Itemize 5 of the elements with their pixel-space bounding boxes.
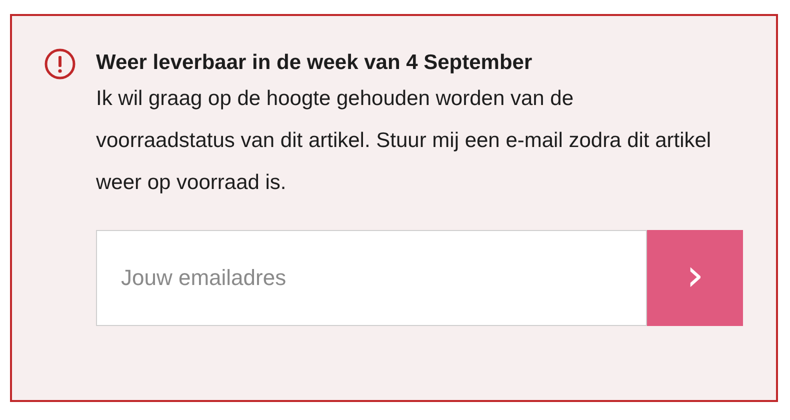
alert-icon — [44, 48, 76, 80]
notice-title: Weer leverbaar in de week van 4 September — [96, 50, 534, 76]
submit-button[interactable]: › — [647, 230, 743, 326]
notice-message: Ik wil graag op de hoogte gehouden worden van de voorraadstatus van dit artikel. Stuur mij een e-mail zodra dit artikel weer op voorraad is. — [96, 86, 712, 196]
email-field[interactable]: Jouw emailadres — [96, 230, 647, 326]
